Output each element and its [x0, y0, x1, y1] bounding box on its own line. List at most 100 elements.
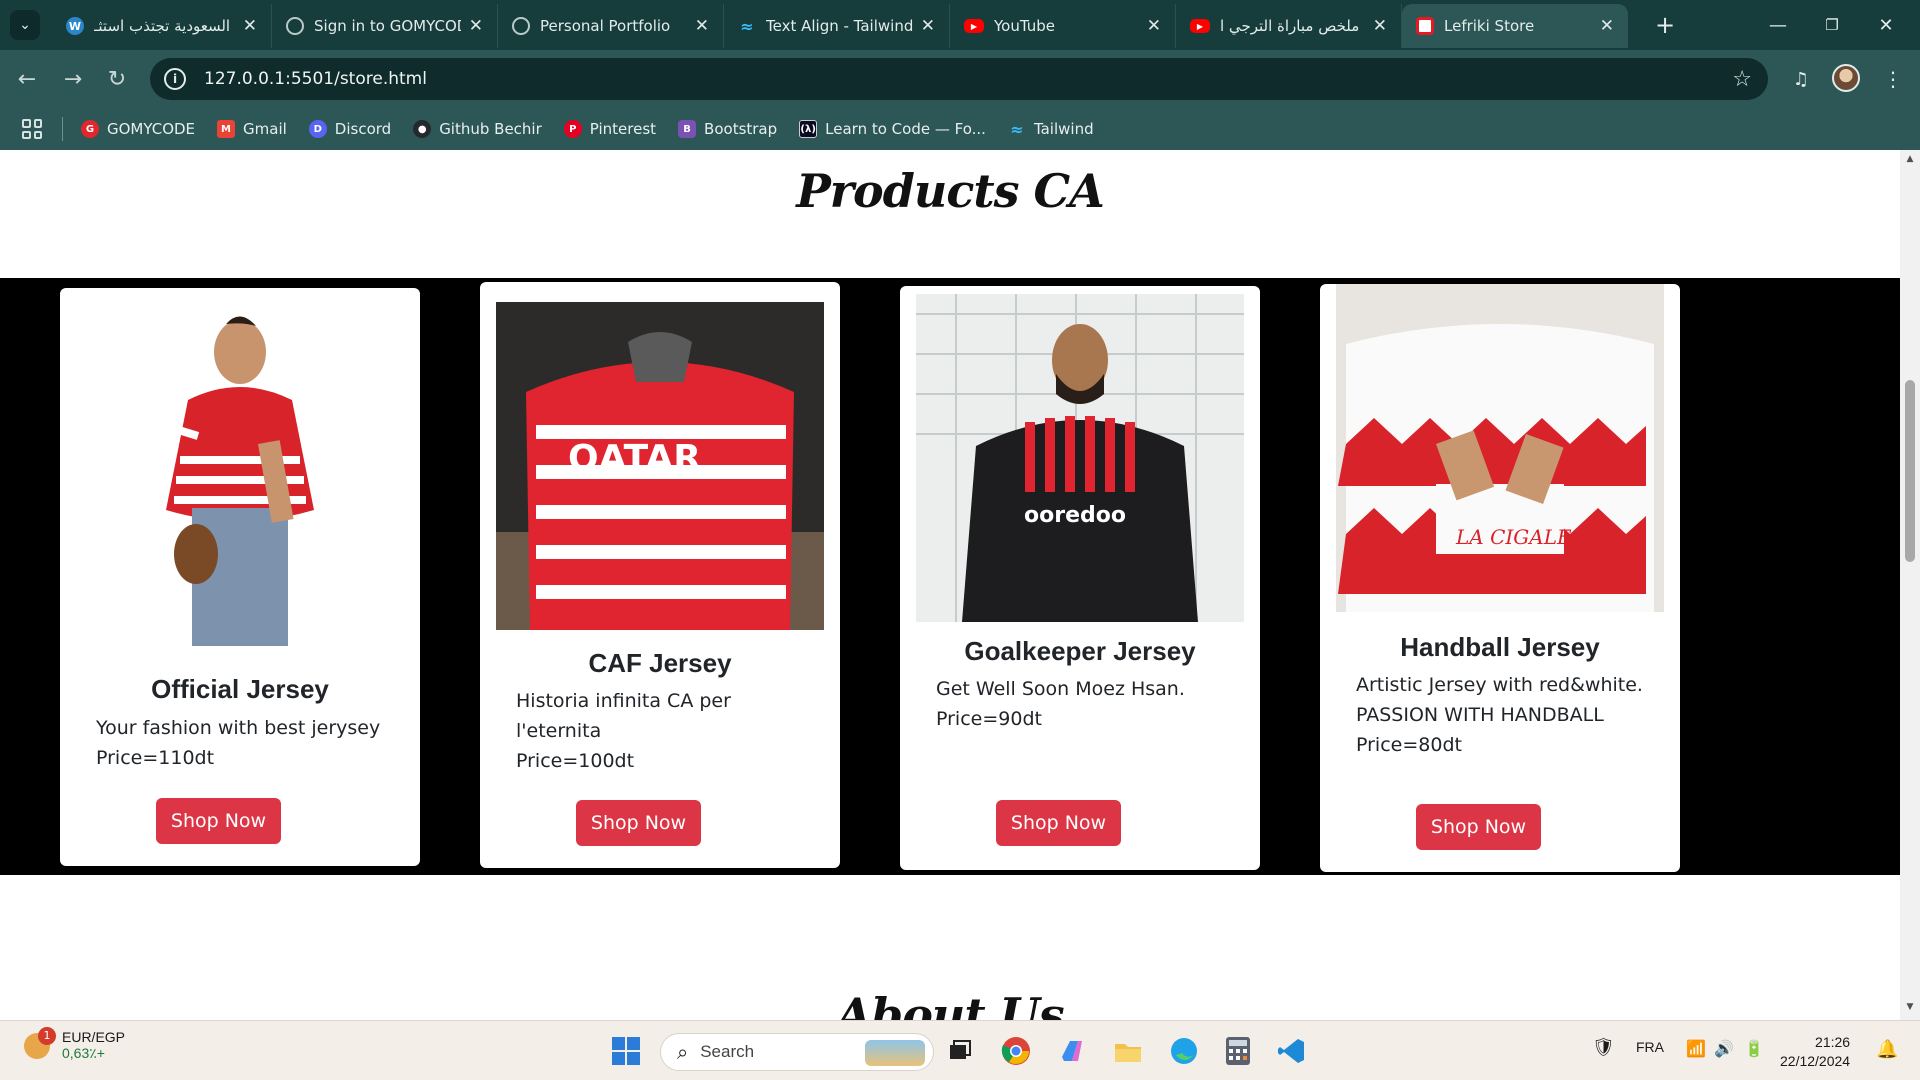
product-image: ooredoo — [916, 294, 1244, 622]
profile-avatar[interactable] — [1832, 64, 1860, 92]
wordpress-icon: W — [66, 17, 84, 35]
bookmark-gomycode[interactable]: G GOMYCODE — [81, 120, 195, 138]
clock-time: 21:26 — [1815, 1034, 1851, 1050]
product-desc-text: Get Well Soon Moez Hsan. — [936, 678, 1185, 700]
page-scrollbar[interactable]: ▲ ▼ — [1900, 150, 1920, 1020]
product-image — [76, 304, 404, 646]
wifi-icon[interactable]: 📶 — [1686, 1039, 1706, 1059]
close-icon[interactable]: ✕ — [469, 16, 483, 36]
search-icon: ⌕ — [677, 1040, 689, 1064]
product-name: Official Jersey — [151, 674, 329, 704]
pinterest-icon: P — [563, 120, 582, 138]
ticker-widget[interactable]: 1 EUR/EGP 0,63٪+ — [24, 1026, 125, 1062]
shop-now-button[interactable]: Shop Now — [156, 798, 281, 844]
product-image: QATAR — [496, 302, 824, 630]
bookmark-gmail[interactable]: M Gmail — [217, 120, 287, 138]
input-language[interactable]: FRA — [1636, 1039, 1664, 1055]
bookmark-freecodecamp[interactable]: (λ) Learn to Code — Fo... — [799, 120, 986, 138]
bookmark-label: Tailwind — [1033, 120, 1094, 138]
tab[interactable]: ▶ ملخص مباراة الترجي ا ✕ — [1176, 4, 1402, 48]
divider — [62, 117, 63, 141]
bookmark-label: GOMYCODE — [107, 120, 196, 138]
notification-bell-icon[interactable]: 🔔 — [1876, 1039, 1898, 1060]
vscode-icon[interactable] — [1272, 1031, 1312, 1071]
product-card: ooredoo Goalkeeper Jersey Get Well Soon … — [900, 286, 1260, 870]
close-icon[interactable]: ✕ — [1147, 16, 1161, 36]
menu-icon[interactable]: ⋮ — [1876, 62, 1910, 96]
product-description: Artistic Jersey with red&white. PASSION … — [1356, 670, 1656, 760]
scroll-up-icon[interactable]: ▲ — [1905, 154, 1915, 164]
volume-icon[interactable]: 🔊 — [1714, 1039, 1734, 1059]
site-info-icon[interactable]: i — [164, 68, 186, 90]
bookmark-label: Github Bechir — [439, 120, 542, 138]
new-tab-button[interactable]: + — [1650, 10, 1680, 40]
defender-shield-icon[interactable]: 🛡 — [1592, 1037, 1615, 1058]
scrollbar-thumb[interactable] — [1905, 380, 1915, 562]
bookmark-label: Gmail — [243, 120, 287, 138]
battery-icon[interactable]: 🔋 — [1744, 1039, 1764, 1059]
bookmark-discord[interactable]: D Discord — [308, 120, 392, 138]
media-control-icon[interactable]: ♫ — [1784, 62, 1818, 96]
qatar-airways-logo: QATAR — [568, 438, 701, 479]
tailwind-icon: ≈ — [740, 16, 754, 36]
start-button[interactable] — [606, 1031, 646, 1071]
tab[interactable]: Sign in to GOMYCODE ✕ — [272, 4, 498, 48]
product-name: CAF Jersey — [588, 648, 732, 678]
bookmark-pinterest[interactable]: P Pinterest — [563, 120, 656, 138]
search-label: Search — [700, 1042, 755, 1061]
product-description: Get Well Soon Moez Hsan. Price=90dt — [936, 674, 1236, 734]
tab[interactable]: W السعودية تجتذب استثـ ✕ — [52, 4, 272, 48]
bootstrap-icon: B — [678, 120, 697, 138]
ticker-icon: 1 — [24, 1026, 56, 1059]
scroll-down-icon[interactable]: ▼ — [1905, 1002, 1915, 1012]
url-text[interactable]: 127.0.0.1:5501/store.html — [204, 69, 427, 89]
close-icon[interactable]: ✕ — [243, 16, 257, 36]
close-icon[interactable]: ✕ — [1373, 16, 1387, 36]
product-desc-text: Historia infinita CA per l'eternita — [516, 690, 731, 742]
chrome-icon[interactable] — [996, 1031, 1036, 1071]
edge-icon[interactable] — [1164, 1031, 1204, 1071]
tab-active[interactable]: Lefriki Store ✕ — [1402, 4, 1628, 48]
file-explorer-icon[interactable] — [1108, 1031, 1148, 1071]
bookmark-star-icon[interactable]: ☆ — [1732, 67, 1752, 92]
system-clock[interactable]: 21:26 22/12/2024 — [1780, 1033, 1850, 1071]
shop-now-button[interactable]: Shop Now — [1416, 804, 1541, 850]
shop-now-button[interactable]: Shop Now — [576, 800, 701, 846]
apps-grid-icon[interactable] — [22, 119, 42, 139]
windows-taskbar: 1 EUR/EGP 0,63٪+ ⌕ Search 🛡 FRA 📶 🔊 🔋 21… — [0, 1020, 1920, 1080]
shop-now-button[interactable]: Shop Now — [996, 800, 1121, 846]
browser-toolbar: ← → ↻ i 127.0.0.1:5501/store.html ☆ ♫ ⋮ — [0, 50, 1920, 108]
tab[interactable]: Personal Portfolio ✕ — [498, 4, 724, 48]
close-window-button[interactable]: ✕ — [1866, 8, 1906, 42]
tab-strip: W السعودية تجتذب استثـ ✕ Sign in to GOMY… — [52, 4, 1628, 50]
address-bar[interactable]: i 127.0.0.1:5501/store.html ☆ — [150, 58, 1768, 100]
bookmark-github[interactable]: ● Github Bechir — [413, 120, 542, 138]
reload-button[interactable]: ↻ — [100, 62, 134, 96]
restore-button[interactable]: ❐ — [1812, 8, 1852, 42]
product-price: Price=100dt — [516, 750, 635, 772]
gomycode-icon: G — [81, 120, 99, 138]
close-icon[interactable]: ✕ — [921, 16, 935, 36]
tailwind-icon: ≈ — [1010, 119, 1024, 139]
minimize-button[interactable]: — — [1758, 8, 1798, 42]
calculator-icon[interactable] — [1218, 1031, 1258, 1071]
la-cigale-logo: LA CIGALE — [1455, 525, 1572, 549]
product-description: Your fashion with best jerysey Price=110… — [96, 713, 396, 773]
taskbar-search[interactable]: ⌕ Search — [660, 1033, 934, 1071]
task-view-icon[interactable] — [940, 1031, 980, 1071]
bookmark-bootstrap[interactable]: B Bootstrap — [678, 120, 777, 138]
tab-title: Text Align - Tailwind C — [766, 17, 913, 35]
bookmark-tailwind[interactable]: ≈ Tailwind — [1008, 119, 1094, 139]
tab-search-button[interactable]: ⌄ — [10, 10, 40, 40]
tab[interactable]: ▶ YouTube ✕ — [950, 4, 1176, 48]
bookmark-label: Discord — [334, 120, 392, 138]
tab-title: Lefriki Store — [1444, 17, 1535, 35]
close-icon[interactable]: ✕ — [1600, 16, 1614, 36]
youtube-icon: ▶ — [964, 19, 984, 33]
browser-tab-bar: ⌄ W السعودية تجتذب استثـ ✕ Sign in to GO… — [0, 0, 1920, 50]
forward-button[interactable]: → — [56, 62, 90, 96]
back-button[interactable]: ← — [10, 62, 44, 96]
copilot-icon[interactable] — [1052, 1031, 1092, 1071]
tab[interactable]: ≈ Text Align - Tailwind C ✕ — [724, 4, 950, 48]
close-icon[interactable]: ✕ — [695, 16, 709, 36]
